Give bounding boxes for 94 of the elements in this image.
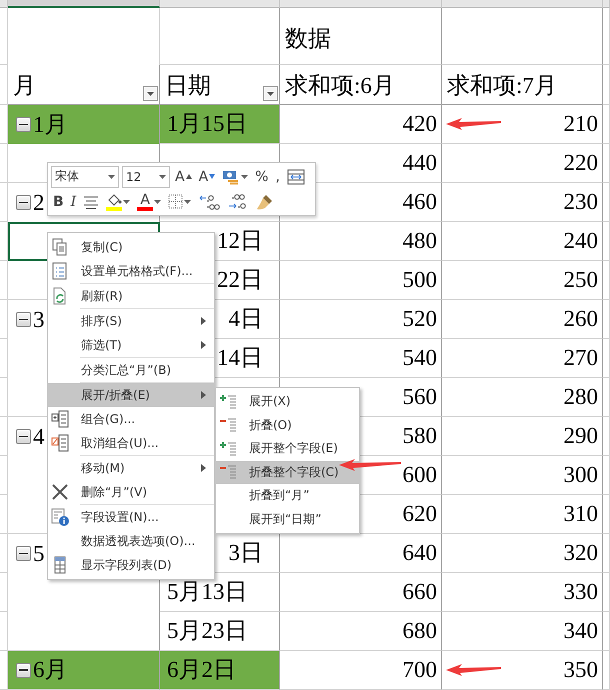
copy-icon [51,238,69,256]
menu-item[interactable]: 展开/折叠(E) [48,383,214,407]
column-heading: 月 [13,72,36,100]
down-triangle-icon [209,174,216,179]
caret-icon [147,92,154,96]
expand-icon [219,440,237,458]
filter-button[interactable] [143,86,158,101]
caret-icon [108,174,115,178]
collapse-icon [219,416,237,434]
month-label: 5 [33,540,44,568]
menu-item[interactable]: 删除“月”(V) [48,480,214,504]
brush-icon [256,192,274,210]
table-cell: 1月15日 [160,105,280,144]
caret-icon [154,200,162,204]
month-label: 2 [33,188,44,216]
collapse-button[interactable] [16,429,31,444]
submenu-arrow-icon [201,391,206,399]
table-cell: 540 [280,339,442,378]
table-cell: 500 [280,261,442,300]
collapse-button[interactable] [16,662,31,678]
table-cell: 420 [280,105,442,144]
month-label: 3 [33,306,44,334]
font-size-dropdown[interactable]: 12 [122,166,170,188]
table-cell: 220 [442,144,603,183]
filter-button[interactable] [263,86,278,101]
italic-button[interactable]: I [68,190,78,212]
table-cell: 250 [442,261,603,300]
up-triangle-icon [186,174,192,179]
pivot-data-label: 数据 [280,8,442,65]
collapse-icon [219,463,237,482]
font-dropdown[interactable]: 宋体 [51,166,119,188]
submenu-arrow-icon [201,341,206,349]
bold-button[interactable]: B [51,190,66,212]
table-cell: 330 [442,573,603,612]
increase-font-button[interactable]: A [173,166,194,188]
column-heading: 日期 [165,72,211,100]
format-button[interactable]: % [253,166,270,188]
month-label: 1月 [33,110,68,138]
caret-icon [159,174,166,178]
x-icon [51,483,69,501]
merge-cells-icon [286,168,305,184]
table-cell: 480 [280,222,442,261]
menu-item[interactable]: 取消组合(U)... [48,431,214,455]
submenu-arrow-icon [201,317,206,325]
table-cell: 260 [442,300,603,339]
caret-icon [241,174,248,178]
increase-decimal-icon [198,192,220,210]
table-cell: 520 [280,300,442,339]
table-cell: 310 [442,495,603,534]
expand-icon [219,392,237,411]
collapse-button[interactable] [16,195,31,210]
format-button[interactable]: , [273,166,282,188]
caret-icon [267,92,274,96]
menu-item[interactable]: 折叠整个字段(C) [216,460,359,484]
table-cell: 340 [442,612,603,651]
group-icon [51,410,69,428]
table-cell: 230 [442,183,603,222]
table-cell: 660 [280,573,442,612]
format-cells-icon [51,262,69,280]
collapse-button[interactable] [16,546,31,561]
row-label-cell[interactable]: 1月 [8,105,160,144]
caret-icon [123,200,130,204]
font-color-button[interactable]: A [135,190,164,212]
table-cell: 700 [280,651,442,690]
accounting-format-icon [222,168,240,184]
field-settings-icon [51,508,69,526]
column-header[interactable] [8,0,160,8]
menu-item[interactable]: 组合(G)... [48,407,214,431]
collapse-button[interactable] [16,312,31,327]
table-cell: 6月2日 [160,651,280,690]
table-cell: 300 [442,456,603,495]
borders-icon [168,194,184,209]
table-cell: 240 [442,222,603,261]
column-heading: 求和项:7月 [447,72,557,100]
decrease-font-button[interactable]: A [196,166,218,188]
month-label: 6月 [33,656,68,684]
month-label: 4 [33,422,44,450]
table-cell: 680 [280,612,442,651]
row-label-cell[interactable]: 6月 [8,651,160,690]
ungroup-icon [51,434,69,452]
column-heading: 求和项:6月 [285,72,395,100]
menu-item[interactable]: 字段设置(N)... [48,505,214,529]
menu-item[interactable]: 移动(M) [48,456,214,480]
table-cell: 280 [442,378,603,417]
table-cell: 290 [442,417,603,456]
paint-bucket-icon [106,192,122,206]
table-cell: 270 [442,339,603,378]
submenu-arrow-icon [201,464,206,472]
table-cell: 350 [442,651,603,690]
collapse-button[interactable] [16,117,31,132]
table-cell: 320 [442,534,603,573]
align-center-icon [83,194,100,208]
table-cell: 210 [442,105,603,144]
caret-icon [184,200,192,204]
